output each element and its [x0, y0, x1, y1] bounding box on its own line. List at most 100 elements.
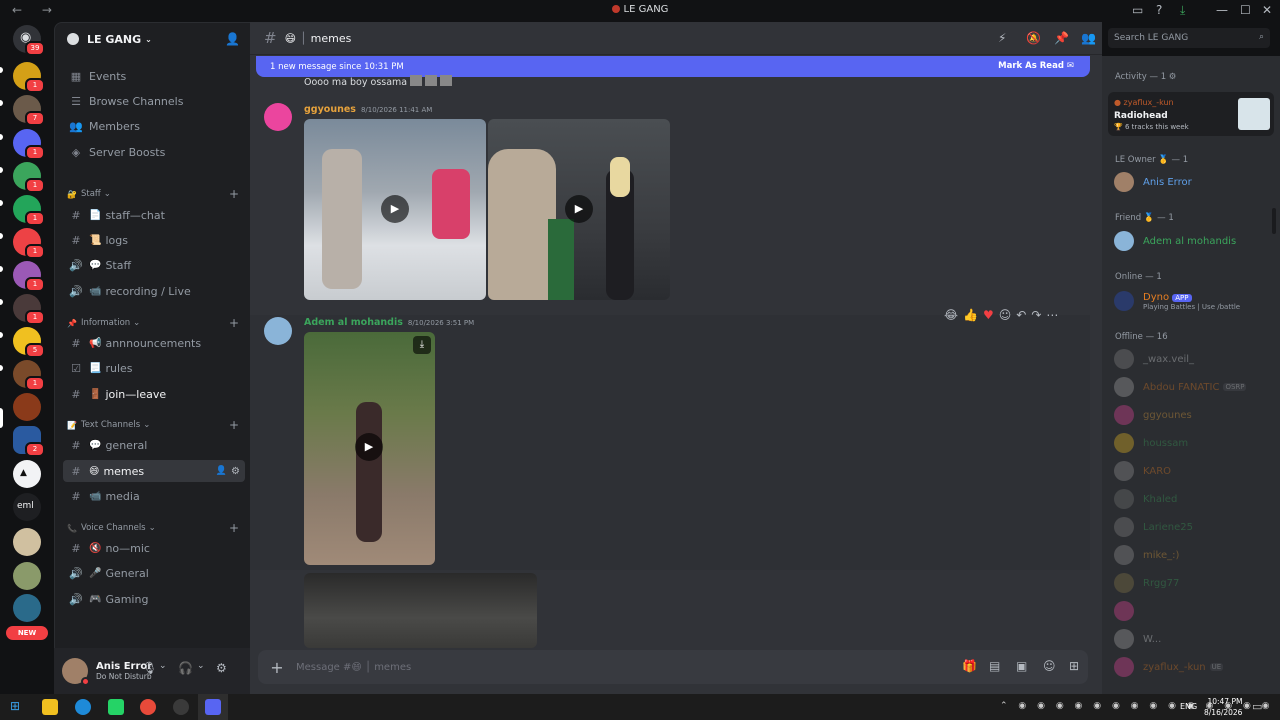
video-attachment[interactable]: ▶ [304, 119, 486, 300]
member-item[interactable]: W... [1114, 628, 1161, 650]
avatar[interactable] [62, 658, 90, 686]
sticker-icon[interactable]: ▣ [1016, 659, 1027, 673]
channel-logs[interactable]: # 📜 logs [63, 229, 245, 251]
member-item[interactable]: _wax.veil_ [1114, 348, 1194, 370]
notification-bell-icon[interactable]: 🔕 [1026, 31, 1041, 45]
pin-icon[interactable]: 📌 [1054, 31, 1069, 45]
browse-channels-item[interactable]: ☰ Browse Channels [63, 90, 245, 112]
member-item[interactable]: zyaflux_-kun UE [1114, 656, 1224, 678]
add-channel-icon[interactable]: + [229, 418, 239, 432]
scrollbar[interactable] [1272, 208, 1276, 234]
message-author[interactable]: Adem al mohandis 8/10/2026 3:51 PM [304, 317, 474, 328]
channel-staff-chat[interactable]: # 📄 staff—chat [63, 204, 245, 226]
add-channel-icon[interactable]: + [229, 521, 239, 535]
play-icon[interactable]: ▶ [565, 195, 593, 223]
chevron-down-icon[interactable]: ⌄ [197, 661, 205, 671]
member-item[interactable]: mike_:) [1114, 544, 1179, 566]
member-item[interactable]: KARO [1114, 460, 1171, 482]
member-item[interactable]: Abdou FANATIC OSRP [1114, 376, 1247, 398]
dm-button[interactable]: ◉ 39 [13, 25, 45, 56]
activity-card[interactable]: ● zyaflux_-kun Radiohead 🏆 6 tracks this… [1108, 92, 1274, 136]
gif-icon[interactable]: ▤ [989, 659, 1000, 673]
download-icon[interactable]: ⤓ [413, 336, 431, 354]
reply-icon[interactable]: ↶ [1016, 308, 1026, 322]
member-item[interactable]: Adem al mohandis [1114, 230, 1236, 252]
message-author[interactable]: ggyounes 8/10/2026 11:41 AM [304, 104, 432, 115]
edge-icon[interactable] [75, 699, 91, 715]
server-icon-1[interactable]: 1 [13, 62, 45, 93]
server-boosts-item[interactable]: ◈ Server Boosts [63, 141, 245, 163]
whatsapp-icon[interactable] [108, 699, 124, 715]
server-icon-13[interactable] [13, 528, 41, 556]
category-information[interactable]: 📌 Information ⌄ + [67, 316, 239, 330]
file-explorer-icon[interactable] [42, 699, 58, 715]
video-attachment[interactable] [304, 573, 537, 648]
server-icon-eml[interactable]: eml [13, 493, 41, 521]
notification-icon[interactable]: ▭ [1252, 700, 1262, 713]
windows-start-icon[interactable]: ⊞ [10, 699, 20, 713]
threads-icon[interactable]: ⚡ [998, 31, 1006, 45]
server-icon-3[interactable]: 1 [13, 129, 45, 160]
chrome-icon[interactable] [140, 699, 156, 715]
channel-join-leave[interactable]: # 🚪 join—leave [63, 383, 245, 405]
server-icon-14[interactable] [13, 562, 41, 590]
forward-icon[interactable]: ↷ [1031, 308, 1041, 322]
reaction-heart-icon[interactable]: ♥ [983, 308, 994, 322]
member-item[interactable]: houssam [1114, 432, 1188, 454]
minimize-icon[interactable]: — [1216, 3, 1228, 17]
channel-memes[interactable]: # 😄 memes 👤 ⚙ [63, 460, 245, 482]
message-composer[interactable]: + Message #😄 │ memes 🎁 ▤ ▣ ☺ ⊞ [258, 650, 1088, 684]
category-voice-channels[interactable]: 📞 Voice Channels ⌄ + [67, 521, 239, 535]
settings-gear-icon[interactable]: ⚙ [231, 466, 240, 477]
server-icon-4[interactable]: 1 [13, 162, 45, 193]
attach-plus-icon[interactable]: + [258, 658, 296, 677]
discord-icon[interactable] [205, 699, 221, 715]
app-icon[interactable] [173, 699, 189, 715]
headphones-icon[interactable]: 🎧 [178, 661, 193, 675]
guild-header[interactable]: LE GANG ⌄ 👤 [55, 23, 250, 55]
channel-announcements[interactable]: # 📢 annnouncements [63, 332, 245, 354]
add-reaction-icon[interactable]: ☺ [999, 308, 1012, 322]
server-icon-15[interactable] [13, 594, 41, 622]
members-item[interactable]: 👥 Members [63, 115, 245, 137]
channel-media[interactable]: # 📹 media [63, 485, 245, 507]
category-staff[interactable]: 🔐 Staff ⌄ + [67, 187, 239, 201]
help-icon[interactable]: ? [1156, 3, 1162, 17]
apps-icon[interactable]: ⊞ [1069, 659, 1079, 673]
channel-no-mic[interactable]: # 🔇 no—mic [63, 537, 245, 559]
member-item[interactable]: Rrgg77 [1114, 572, 1179, 594]
add-member-icon[interactable]: 👤 [225, 32, 240, 46]
message-input[interactable]: Message #😄 │ memes [296, 662, 411, 673]
download-icon[interactable]: ⤓ [1180, 3, 1185, 18]
add-channel-icon[interactable]: + [229, 187, 239, 201]
member-list-icon[interactable]: 👥 [1081, 31, 1096, 45]
play-icon[interactable]: ▶ [381, 195, 409, 223]
close-icon[interactable]: ✕ [1262, 3, 1272, 17]
avatar[interactable] [264, 317, 292, 345]
server-icon-11[interactable] [13, 393, 41, 421]
avatar[interactable] [264, 103, 292, 131]
member-item[interactable]: ggyounes [1114, 404, 1192, 426]
events-item[interactable]: ▦ Events [63, 65, 245, 87]
member-item[interactable]: Anis Error [1114, 171, 1192, 193]
channel-voice-general[interactable]: 🔊 🎤 General [63, 562, 245, 584]
member-item[interactable]: Dyno APP Playing Battles | Use /battle [1114, 290, 1240, 312]
server-icon-9[interactable]: 5 [13, 327, 45, 358]
clock[interactable]: 10:47 PM 8/16/2026 [1204, 696, 1242, 718]
inbox-icon[interactable]: ▭ [1132, 3, 1143, 17]
maximize-icon[interactable]: ☐ [1240, 3, 1251, 17]
microphone-icon[interactable]: 🎙 [142, 661, 157, 675]
server-icon-8[interactable]: 1 [13, 294, 45, 325]
member-item[interactable]: Lariene25 [1114, 516, 1193, 538]
channel-staff-voice[interactable]: 🔊 💬 Staff [63, 254, 245, 276]
add-channel-icon[interactable]: + [229, 316, 239, 330]
more-icon[interactable]: ⋯ [1046, 308, 1058, 322]
play-icon[interactable]: ▶ [355, 433, 383, 461]
member-item[interactable]: Khaled [1114, 488, 1177, 510]
search-input[interactable]: Search LE GANG ⌕ [1108, 28, 1270, 48]
server-icon-2[interactable]: 7 [13, 95, 45, 126]
channel-gaming[interactable]: 🔊 🎮 Gaming [63, 588, 245, 610]
category-text-channels[interactable]: 📝 Text Channels ⌄ + [67, 418, 239, 432]
server-icon-adidas[interactable]: ▲ [13, 460, 41, 488]
emoji-icon[interactable]: ☺ [1043, 659, 1056, 673]
